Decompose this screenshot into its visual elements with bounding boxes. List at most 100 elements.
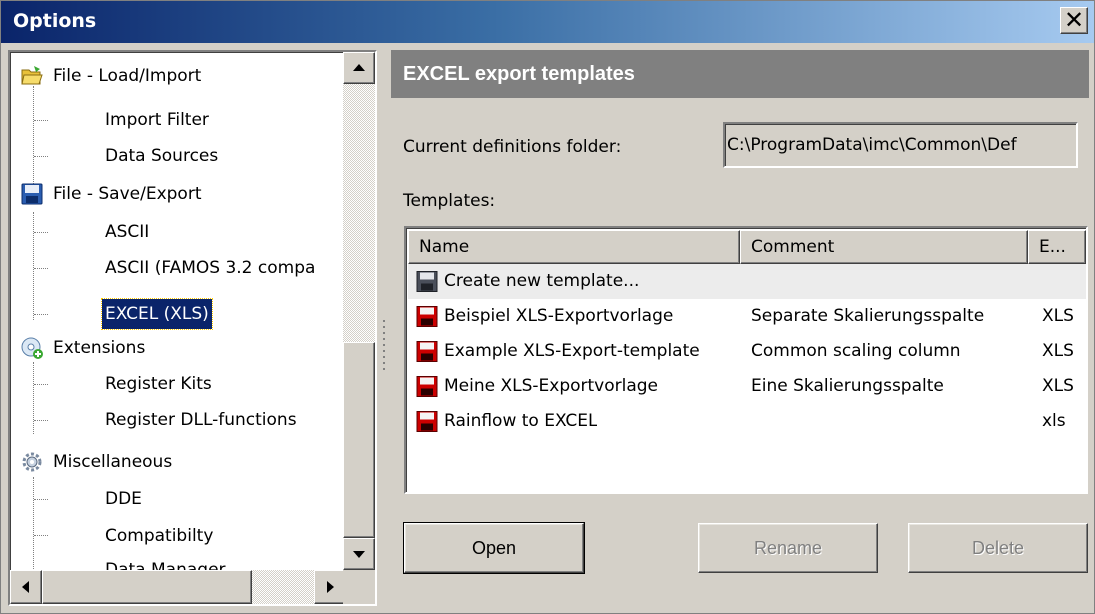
floppy-disk-red-icon bbox=[416, 411, 438, 432]
tree-guide-line bbox=[34, 314, 48, 315]
tree-guide-line bbox=[34, 384, 48, 385]
splitter-grip bbox=[383, 320, 385, 372]
scroll-down-button[interactable] bbox=[343, 538, 375, 570]
close-icon: ✕ bbox=[1063, 6, 1085, 34]
tree-item-label: Register DLL-functions bbox=[105, 410, 297, 430]
template-comment: Eine Skalierungsspalte bbox=[751, 376, 944, 396]
definitions-folder-field: C:\ProgramData\imc\Common\Def bbox=[723, 122, 1078, 168]
tree-item-label: File - Save/Export bbox=[53, 184, 202, 204]
tree-item-excel-xls[interactable]: EXCEL (XLS) bbox=[101, 296, 213, 332]
tree-item-label: EXCEL (XLS) bbox=[101, 298, 213, 330]
list-item-template[interactable]: Example XLS-Export-template Common scali… bbox=[408, 334, 1086, 369]
floppy-disk-icon bbox=[21, 183, 43, 205]
column-header-name[interactable]: Name bbox=[408, 230, 740, 264]
tree-guide-line bbox=[34, 268, 48, 269]
folder-open-icon bbox=[21, 66, 43, 85]
tree-item-ascii-famos[interactable]: ASCII (FAMOS 3.2 compa bbox=[102, 250, 318, 286]
tree-item-extensions[interactable]: Extensions bbox=[10, 330, 148, 366]
list-item-create-new-template[interactable]: Create new template... bbox=[408, 264, 1086, 299]
panel-splitter[interactable] bbox=[380, 50, 388, 606]
floppy-disk-red-icon bbox=[416, 376, 438, 397]
template-name: Example XLS-Export-template bbox=[444, 341, 700, 361]
tree-guide-line bbox=[34, 232, 48, 233]
tree-guide-line bbox=[34, 420, 48, 421]
options-tree[interactable]: File - Load/Import Import Filter Data So… bbox=[8, 50, 377, 606]
tree-guide-line bbox=[33, 362, 34, 434]
tree-item-label: ASCII bbox=[105, 222, 150, 242]
arrow-down-icon bbox=[353, 551, 365, 558]
tree-guide-line bbox=[34, 156, 48, 157]
tree-guide-line bbox=[33, 212, 34, 320]
open-button[interactable]: Open bbox=[403, 522, 585, 574]
close-button[interactable]: ✕ bbox=[1060, 7, 1088, 34]
tree-item-compatibility[interactable]: Compatibilty bbox=[102, 518, 216, 554]
arrow-up-icon bbox=[353, 64, 365, 71]
floppy-disk-red-icon bbox=[416, 341, 438, 362]
floppy-disk-gray-icon bbox=[416, 271, 438, 292]
tree-content: File - Load/Import Import Filter Data So… bbox=[10, 52, 346, 570]
tree-guide-line bbox=[34, 535, 48, 536]
tree-item-label: DDE bbox=[105, 489, 142, 509]
tree-item-ascii[interactable]: ASCII bbox=[102, 214, 152, 250]
tree-item-dde[interactable]: DDE bbox=[102, 481, 145, 517]
options-dialog: Options ✕ File - Load/Import Import Filt… bbox=[0, 0, 1095, 614]
template-name: Beispiel XLS-Exportvorlage bbox=[444, 306, 674, 326]
template-extension: XLS bbox=[1042, 341, 1074, 361]
tree-guide-line bbox=[33, 477, 34, 570]
tree-item-label: Data Manager bbox=[105, 560, 226, 570]
template-extension: xls bbox=[1042, 411, 1066, 431]
template-comment: Separate Skalierungsspalte bbox=[751, 306, 985, 326]
tree-item-data-manager[interactable]: Data Manager bbox=[102, 552, 229, 570]
tree-item-label: File - Load/Import bbox=[53, 66, 202, 86]
list-item-template[interactable]: Meine XLS-Exportvorlage Eine Skalierungs… bbox=[408, 369, 1086, 404]
delete-button[interactable]: Delete bbox=[908, 523, 1088, 573]
tree-item-label: Data Sources bbox=[105, 146, 219, 166]
tree-guide-line bbox=[34, 120, 48, 121]
scrollbar-corner bbox=[343, 570, 375, 604]
scroll-thumb[interactable] bbox=[343, 342, 375, 538]
template-name: Rainflow to EXCEL bbox=[444, 411, 598, 431]
tree-vertical-scrollbar[interactable] bbox=[343, 52, 375, 570]
templates-list[interactable]: Name Comment E... Create new template... bbox=[404, 226, 1088, 494]
scroll-thumb[interactable] bbox=[42, 570, 252, 604]
tree-item-label: Import Filter bbox=[105, 110, 209, 130]
tree-item-label: Miscellaneous bbox=[53, 452, 173, 472]
template-extension: XLS bbox=[1042, 306, 1074, 326]
column-header-extension[interactable]: E... bbox=[1028, 230, 1086, 264]
section-title: EXCEL export templates bbox=[391, 50, 1089, 98]
scroll-right-button[interactable] bbox=[314, 570, 346, 604]
list-item-template[interactable]: Rainflow to EXCEL xls bbox=[408, 404, 1086, 439]
tree-item-file-save-export[interactable]: File - Save/Export bbox=[10, 176, 205, 212]
gear-icon bbox=[22, 452, 42, 472]
floppy-disk-red-icon bbox=[416, 306, 438, 327]
tree-horizontal-scrollbar[interactable] bbox=[10, 570, 346, 604]
settings-panel: EXCEL export templates Current definitio… bbox=[391, 50, 1089, 606]
tree-item-file-load-import[interactable]: File - Load/Import bbox=[10, 58, 204, 94]
templates-label: Templates: bbox=[403, 191, 496, 211]
template-name: Create new template... bbox=[444, 271, 640, 291]
column-header-comment[interactable]: Comment bbox=[740, 230, 1028, 264]
scroll-up-button[interactable] bbox=[343, 52, 375, 84]
tree-item-label: ASCII (FAMOS 3.2 compa bbox=[105, 258, 316, 278]
tree-item-import-filter[interactable]: Import Filter bbox=[102, 102, 212, 138]
title-bar[interactable]: Options ✕ bbox=[1, 1, 1094, 43]
definitions-folder-label: Current definitions folder: bbox=[403, 137, 622, 157]
tree-item-register-dll-functions[interactable]: Register DLL-functions bbox=[102, 402, 300, 438]
tree-item-data-sources[interactable]: Data Sources bbox=[102, 138, 221, 174]
tree-item-register-kits[interactable]: Register Kits bbox=[102, 366, 215, 402]
template-comment: Common scaling column bbox=[751, 341, 961, 361]
template-extension: XLS bbox=[1042, 376, 1074, 396]
tree-item-label: Extensions bbox=[53, 338, 146, 358]
tree-guide-line bbox=[34, 499, 48, 500]
template-name: Meine XLS-Exportvorlage bbox=[444, 376, 659, 396]
window-title: Options bbox=[13, 10, 97, 32]
extension-cd-icon bbox=[21, 337, 43, 359]
arrow-left-icon bbox=[22, 581, 29, 593]
tree-item-label: Compatibilty bbox=[105, 526, 214, 546]
tree-item-label: Register Kits bbox=[105, 374, 212, 394]
rename-button[interactable]: Rename bbox=[698, 523, 878, 573]
list-item-template[interactable]: Beispiel XLS-Exportvorlage Separate Skal… bbox=[408, 299, 1086, 334]
scroll-left-button[interactable] bbox=[10, 570, 42, 604]
tree-item-miscellaneous[interactable]: Miscellaneous bbox=[10, 444, 175, 480]
list-header: Name Comment E... bbox=[408, 230, 1086, 264]
